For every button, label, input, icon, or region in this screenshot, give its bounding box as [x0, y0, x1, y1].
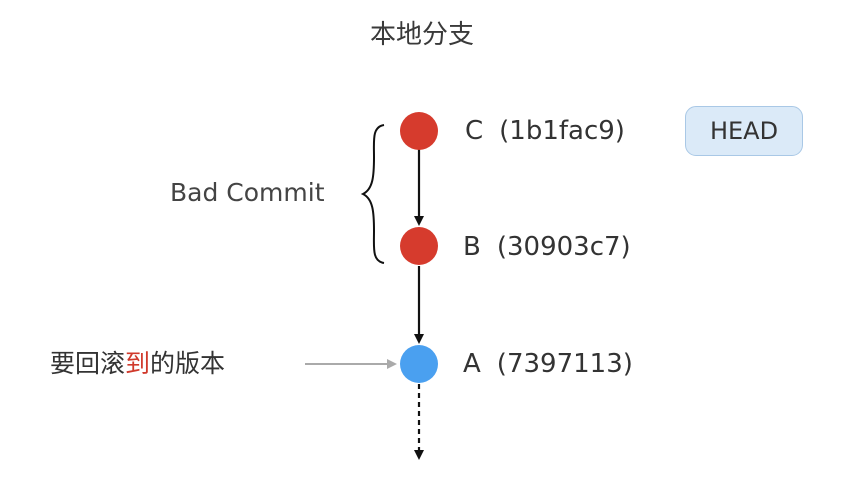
- commit-hash: (1b1fac9): [499, 116, 625, 146]
- commit-node-c: [400, 112, 438, 150]
- commit-letter: C: [465, 116, 484, 146]
- commit-graph: [305, 112, 438, 460]
- commit-label-b: B (30903c7): [463, 234, 631, 260]
- head-badge: HEAD: [685, 106, 803, 156]
- commit-node-b: [400, 227, 438, 265]
- target-label-before: 要回滚: [50, 349, 126, 378]
- commit-letter: A: [463, 349, 481, 379]
- target-label-highlight: 到: [125, 349, 151, 378]
- bad-commit-label: Bad Commit: [170, 178, 325, 207]
- commit-hash: (7397113): [496, 349, 633, 379]
- commit-letter: B: [463, 232, 481, 262]
- target-version-label: 要回滚到的版本: [50, 351, 225, 376]
- commit-label-c: C (1b1fac9): [465, 118, 625, 144]
- commit-hash: (30903c7): [496, 232, 631, 262]
- bad-commit-brace: [360, 124, 385, 264]
- commit-label-a: A (7397113): [463, 351, 633, 377]
- target-label-after: 的版本: [150, 349, 226, 378]
- commit-node-a: [400, 345, 438, 383]
